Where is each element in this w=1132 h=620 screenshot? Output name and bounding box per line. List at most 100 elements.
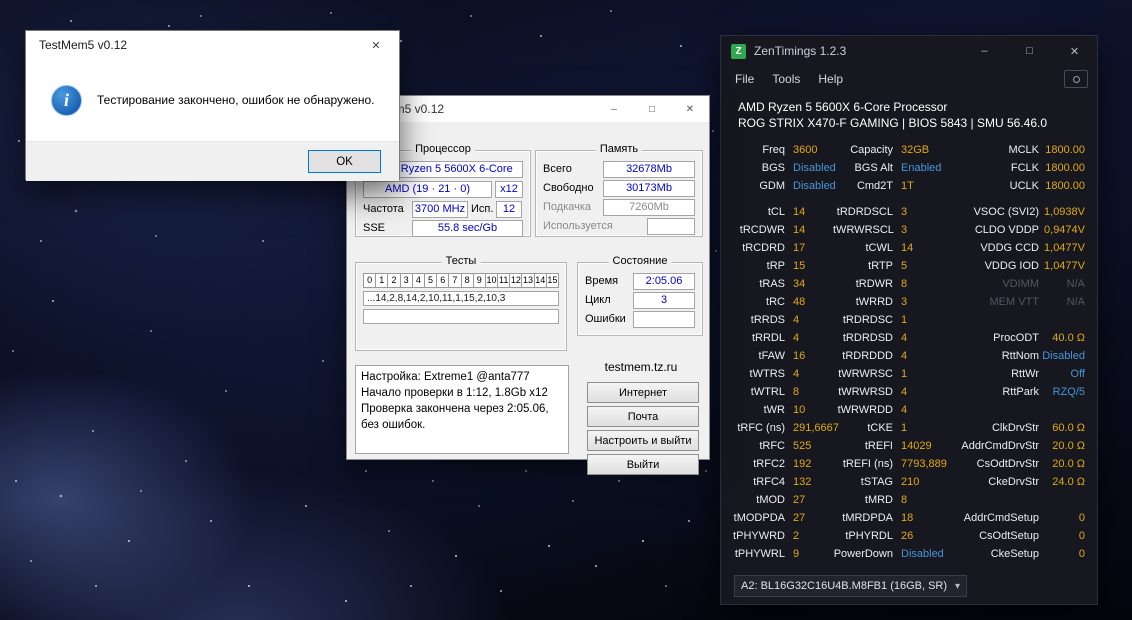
timing-value: 4 [793, 368, 800, 380]
timing-value: 8 [901, 278, 908, 290]
timing-value: 3 [901, 296, 908, 308]
timing-label: VDDG CCD [980, 242, 1039, 254]
timing-value: 1800.00 [1045, 162, 1085, 174]
timing-label: tRCDWR [739, 224, 785, 236]
sse-label: SSE [363, 222, 386, 234]
dialog-footer: OK [26, 141, 399, 181]
timing-value: 14 [793, 224, 806, 236]
timing-value: N/A [1066, 278, 1085, 290]
timing-value: 18 [901, 512, 914, 524]
timing-label: tRDWR [855, 278, 893, 290]
memory-group-label: Память [595, 143, 643, 155]
timing-value: 3 [901, 206, 908, 218]
dialog-titlebar[interactable]: TestMem5 v0.12 ✕ [26, 31, 399, 59]
menu-tools[interactable]: Tools [763, 68, 809, 90]
test-cell: 15 [545, 273, 559, 288]
timing-label: tRDRDSD [842, 332, 893, 344]
timings-row: tRFC 525 tREFI 14029 AddrCmdDrvStr 20.0 Ω [721, 437, 1097, 455]
action-buttons: Интернет Почта Настроить и выйти Выйти [587, 382, 699, 475]
configure-exit-button[interactable]: Настроить и выйти [587, 430, 699, 451]
timing-value: 34 [793, 278, 806, 290]
website-label: testmem.tz.ru [604, 360, 678, 374]
timing-label: tRFC (ns) [737, 422, 785, 434]
log-line: без ошибок. [361, 419, 426, 431]
zentimings-titlebar[interactable]: Z ZenTimings 1.2.3 – □ ✕ [721, 36, 1097, 66]
timings-row: tWTRL 8 tWRWRSD 4 RttPark RZQ/5 [721, 383, 1097, 401]
timing-value: 5 [901, 260, 908, 272]
timings-row: tFAW 16 tRDRDDD 4 RttNom Disabled [721, 347, 1097, 365]
timing-value: 7793,889 [901, 458, 947, 470]
exit-button[interactable]: Выйти [587, 454, 699, 475]
cpu-id-field: AMD (19 · 21 · 0) [363, 181, 492, 198]
timing-label: tRDRDSCL [836, 206, 893, 218]
minimize-icon[interactable]: – [595, 96, 633, 122]
dimm-select-value: A2: BL16G32C16U4B.M8FB1 (16GB, SR) [741, 580, 948, 592]
close-icon[interactable]: ✕ [1052, 36, 1097, 66]
timing-label [957, 311, 1039, 329]
timing-label: tRRDL [751, 332, 785, 344]
used-threads-field: 12 [496, 201, 522, 218]
close-icon[interactable]: ✕ [671, 96, 709, 122]
screenshot-button[interactable] [1064, 70, 1088, 88]
timing-label: tRFC2 [753, 458, 785, 470]
timings-row: tPHYWRL 9 PowerDown Disabled CkeSetup 0 [721, 545, 1097, 563]
timing-value: 27 [793, 512, 806, 524]
timing-value: 1,0477V [1044, 260, 1085, 272]
dialog-message: Тестирование закончено, ошибок не обнару… [97, 93, 375, 107]
timing-label: tREFI (ns) [842, 458, 893, 470]
dimm-select[interactable]: A2: BL16G32C16U4B.M8FB1 (16GB, SR) ▾ [734, 575, 967, 597]
processor-group-label: Процессор [411, 143, 475, 155]
ok-button[interactable]: OK [308, 150, 381, 173]
timings-row: tCL 14 tRDRDSCL 3 VSOC (SVI2) 1,0938V [721, 203, 1097, 221]
maximize-icon[interactable]: □ [1007, 36, 1052, 66]
memory-group: Память Всего 32678Mb Свободно 30173Mb По… [535, 143, 703, 237]
memory-total-label: Всего [543, 163, 572, 175]
timing-value: 1T [901, 180, 914, 192]
state-group-label: Состояние [608, 255, 672, 267]
timing-label: tMRDPDA [842, 512, 893, 524]
timing-label: tRC [766, 296, 785, 308]
timing-label: tRRDS [750, 314, 785, 326]
timing-label: PowerDown [833, 548, 893, 560]
timings-row: tRAS 34 tRDWR 8 VDIMM N/A [721, 275, 1097, 293]
maximize-icon[interactable]: □ [633, 96, 671, 122]
testmem-titlebar[interactable]: TestMem5 v0.12 – □ ✕ [347, 96, 709, 122]
timing-label: tRTP [868, 260, 893, 272]
timing-label: CkeSetup [990, 548, 1039, 560]
timing-value: 1,0477V [1044, 242, 1085, 254]
timing-value: Disabled [793, 180, 836, 192]
timing-label: VDDG IOD [984, 260, 1039, 272]
timing-value: 14029 [901, 440, 932, 452]
timing-label: tSTAG [860, 476, 893, 488]
timing-value: 20.0 Ω [1052, 440, 1085, 452]
timings-row: tMODPDA 27 tMRDPDA 18 AddrCmdSetup 0 [721, 509, 1097, 527]
mail-button[interactable]: Почта [587, 406, 699, 427]
timing-label: tRCDRD [742, 242, 785, 254]
motherboard-line: ROG STRIX X470-F GAMING | BIOS 5843 | SM… [738, 116, 1048, 130]
log-line: Проверка закончена через 2:05.06, [361, 403, 549, 415]
timing-value: Disabled [901, 548, 944, 560]
timing-label: VDIMM [1002, 278, 1039, 290]
tests-group-label: Тесты [441, 255, 481, 267]
close-icon[interactable]: ✕ [353, 31, 399, 59]
menu-file[interactable]: File [726, 68, 763, 90]
memory-total-field: 32678Mb [603, 161, 695, 178]
timings-row: tRRDS 4 tRDRDSC 1 [721, 311, 1097, 329]
timing-label: tRDRDDD [842, 350, 893, 362]
menu-help[interactable]: Help [809, 68, 852, 90]
timing-value: 1 [901, 314, 908, 326]
minimize-icon[interactable]: – [962, 36, 1007, 66]
timing-value: 4 [901, 386, 908, 398]
timing-value: 3 [901, 224, 908, 236]
stars-decoration [0, 0, 2, 2]
timing-label: tWRWRDD [837, 404, 893, 416]
timings-row: tWR 10 tWRWRDD 4 [721, 401, 1097, 419]
timing-value: 4 [901, 404, 908, 416]
timing-value: 4 [901, 350, 908, 362]
testmem-body: Процессор AMD Ryzen 5 5600X 6-Core AMD (… [347, 122, 709, 475]
internet-button[interactable]: Интернет [587, 382, 699, 403]
timings-row: tRCDWR 14 tWRWRSCL 3 CLDO VDDP 0,9474V [721, 221, 1097, 239]
timings-row: GDM Disabled Cmd2T 1T UCLK 1800.00 [721, 177, 1097, 195]
memory-used-label: Используется [543, 220, 613, 232]
test-sequence-field: ...14,2,8,14,2,10,11,1,15,2,10,3 [363, 291, 559, 306]
